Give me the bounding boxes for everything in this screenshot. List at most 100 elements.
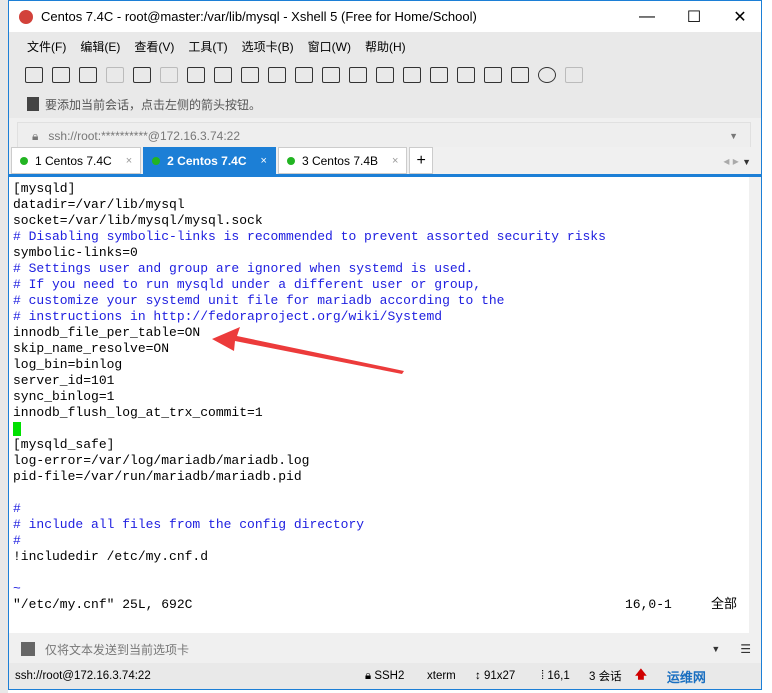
status-size: ↕ 91x27: [475, 670, 516, 682]
terminal-line: #: [13, 533, 21, 548]
protocol-text: SSH2: [374, 669, 405, 682]
layout-icon[interactable]: [511, 67, 529, 83]
copy-icon[interactable]: [160, 67, 178, 83]
find-icon[interactable]: [214, 67, 232, 83]
session-hint-text: 要添加当前会话，点击左侧的箭头按钮。: [45, 97, 262, 112]
xftp-icon[interactable]: [349, 67, 367, 83]
terminal-line: symbolic-links=0: [13, 245, 138, 260]
tab-scroll-icon[interactable]: ◂ ▸ ▼: [723, 154, 751, 168]
status-term: xterm: [427, 670, 456, 682]
terminal-line: # Settings user and group are ignored wh…: [13, 261, 474, 276]
tab-close-icon[interactable]: ×: [126, 155, 132, 167]
terminal-line: pid-file=/var/run/mariadb/mariadb.pid: [13, 469, 302, 484]
red-arrow-annotation: [212, 327, 404, 374]
fullscreen-icon[interactable]: [403, 67, 421, 83]
status-bar: ssh://root@172.16.3.74:22 🔒︎ SSH2 xterm …: [9, 663, 761, 689]
desktop-background: [0, 0, 8, 693]
lock-icon[interactable]: [430, 67, 448, 83]
terminal-line: innodb_flush_log_at_trx_commit=1: [13, 405, 263, 420]
font-icon[interactable]: [322, 67, 340, 83]
compose-bar[interactable]: 仅将文本发送到当前选项卡 ▼ ☰: [9, 635, 761, 663]
terminal-line: [13, 421, 749, 437]
disconnect-icon[interactable]: [106, 67, 124, 83]
vim-status-line: "/etc/my.cnf" 25L, 692C 16,0-1 全部: [13, 597, 749, 613]
keyboard-icon[interactable]: [457, 67, 475, 83]
chat-icon[interactable]: [565, 67, 583, 83]
paste-icon[interactable]: [187, 67, 205, 83]
terminal-prompt-icon: [21, 642, 35, 656]
menu-tools[interactable]: 工具(T): [188, 38, 227, 55]
terminal-line: !includedir /etc/my.cnf.d: [13, 549, 209, 564]
menu-edit[interactable]: 编辑(E): [80, 38, 120, 55]
size-text: 91x27: [483, 670, 516, 682]
globe-icon[interactable]: [295, 67, 313, 83]
upload-arrow-icon: 🡅: [635, 668, 647, 681]
tab-label: 2 Centos 7.4C: [167, 153, 247, 168]
new-session-icon[interactable]: [25, 67, 43, 83]
compose-menu-icon[interactable]: ☰: [740, 642, 751, 656]
terminal-line: [mysqld]: [13, 181, 76, 196]
title-bar: Centos 7.4C - root@master:/var/lib/mysql…: [9, 1, 761, 32]
terminal[interactable]: [mysqld] datadir=/var/lib/mysql socket=/va…: [9, 177, 749, 633]
xshell-window: Centos 7.4C - root@master:/var/lib/mysql…: [8, 0, 762, 690]
cursor-text: 16,1: [547, 670, 570, 682]
xshell-logo-icon: [19, 9, 33, 24]
address-dropdown-icon[interactable]: ▼: [729, 131, 738, 141]
menu-help[interactable]: 帮助(H): [365, 38, 406, 55]
terminal-line: socket=/var/lib/mysql/mysql.sock: [13, 213, 263, 228]
tab-bar: 1 Centos 7.4C × 2 Centos 7.4C × 3 Centos 7…: [9, 147, 761, 177]
menu-window[interactable]: 窗口(W): [308, 38, 351, 55]
tab-label: 1 Centos 7.4C: [35, 153, 112, 168]
tab-close-icon[interactable]: ×: [261, 155, 267, 167]
menu-bar: 文件(F) 编辑(E) 查看(V) 工具(T) 选项卡(B) 窗口(W) 帮助(…: [9, 32, 761, 60]
terminal-line: ~: [13, 581, 21, 596]
status-cursor: ⁞ 16,1: [541, 670, 570, 682]
status-position: 16,0-1: [625, 597, 672, 612]
terminal-line: # include all files from the config dire…: [13, 517, 365, 532]
maximize-button[interactable]: ☐: [671, 1, 717, 32]
close-button[interactable]: ✕: [717, 1, 763, 32]
terminal-line: # If you need to run mysqld under a diff…: [13, 277, 482, 292]
menu-tabs[interactable]: 选项卡(B): [242, 38, 294, 55]
tab-2[interactable]: 2 Centos 7.4C ×: [143, 147, 276, 174]
lock-icon: 🔒︎: [32, 128, 39, 143]
terminal-line: # customize your systemd unit file for m…: [13, 293, 505, 308]
address-bar[interactable]: 🔒︎ ssh://root:**********@172.16.3.74:22 …: [17, 122, 751, 150]
tab-3[interactable]: 3 Centos 7.4B ×: [277, 147, 408, 174]
terminal-line: #: [13, 501, 21, 516]
properties-icon[interactable]: [133, 67, 151, 83]
connected-dot-icon: [152, 156, 161, 165]
minimize-button[interactable]: —: [624, 1, 670, 32]
tab-close-icon[interactable]: ×: [392, 155, 398, 167]
terminal-line: sync_binlog=1: [13, 389, 115, 404]
help-icon[interactable]: [538, 67, 556, 83]
status-protocol: 🔒︎ SSH2: [365, 669, 405, 682]
address-text: ssh://root:**********@172.16.3.74:22: [48, 129, 241, 143]
new-tab-icon[interactable]: [484, 67, 502, 83]
arrow-add-session-icon[interactable]: [27, 97, 39, 111]
compose-placeholder: 仅将文本发送到当前选项卡: [45, 642, 190, 657]
terminal-line: [mysqld_safe]: [13, 437, 115, 452]
tab-1[interactable]: 1 Centos 7.4C ×: [11, 147, 142, 174]
script-icon[interactable]: [376, 67, 394, 83]
connect-icon[interactable]: [79, 67, 97, 83]
connected-dot-icon: [286, 156, 295, 165]
status-sessions: 3 会话: [589, 671, 622, 683]
status-all: 全部: [711, 597, 738, 612]
menu-view[interactable]: 查看(V): [134, 38, 174, 55]
terminal-line: datadir=/var/lib/mysql: [13, 197, 185, 212]
status-address: ssh://root@172.16.3.74:22: [15, 670, 151, 682]
terminal-scrollbar[interactable]: [749, 177, 761, 633]
print-icon[interactable]: [241, 67, 259, 83]
menu-file[interactable]: 文件(F): [27, 38, 66, 55]
status-file: "/etc/my.cnf" 25L, 692C: [13, 597, 193, 612]
terminal-cursor: [13, 421, 21, 436]
transfer-icon[interactable]: [268, 67, 286, 83]
window-title: Centos 7.4C - root@master:/var/lib/mysql…: [41, 9, 477, 24]
open-folder-icon[interactable]: [52, 67, 70, 83]
compose-dropdown-icon[interactable]: ▼: [711, 644, 720, 654]
add-tab-button[interactable]: +: [409, 147, 433, 174]
terminal-line: # Disabling symbolic-links is recommende…: [13, 229, 606, 244]
